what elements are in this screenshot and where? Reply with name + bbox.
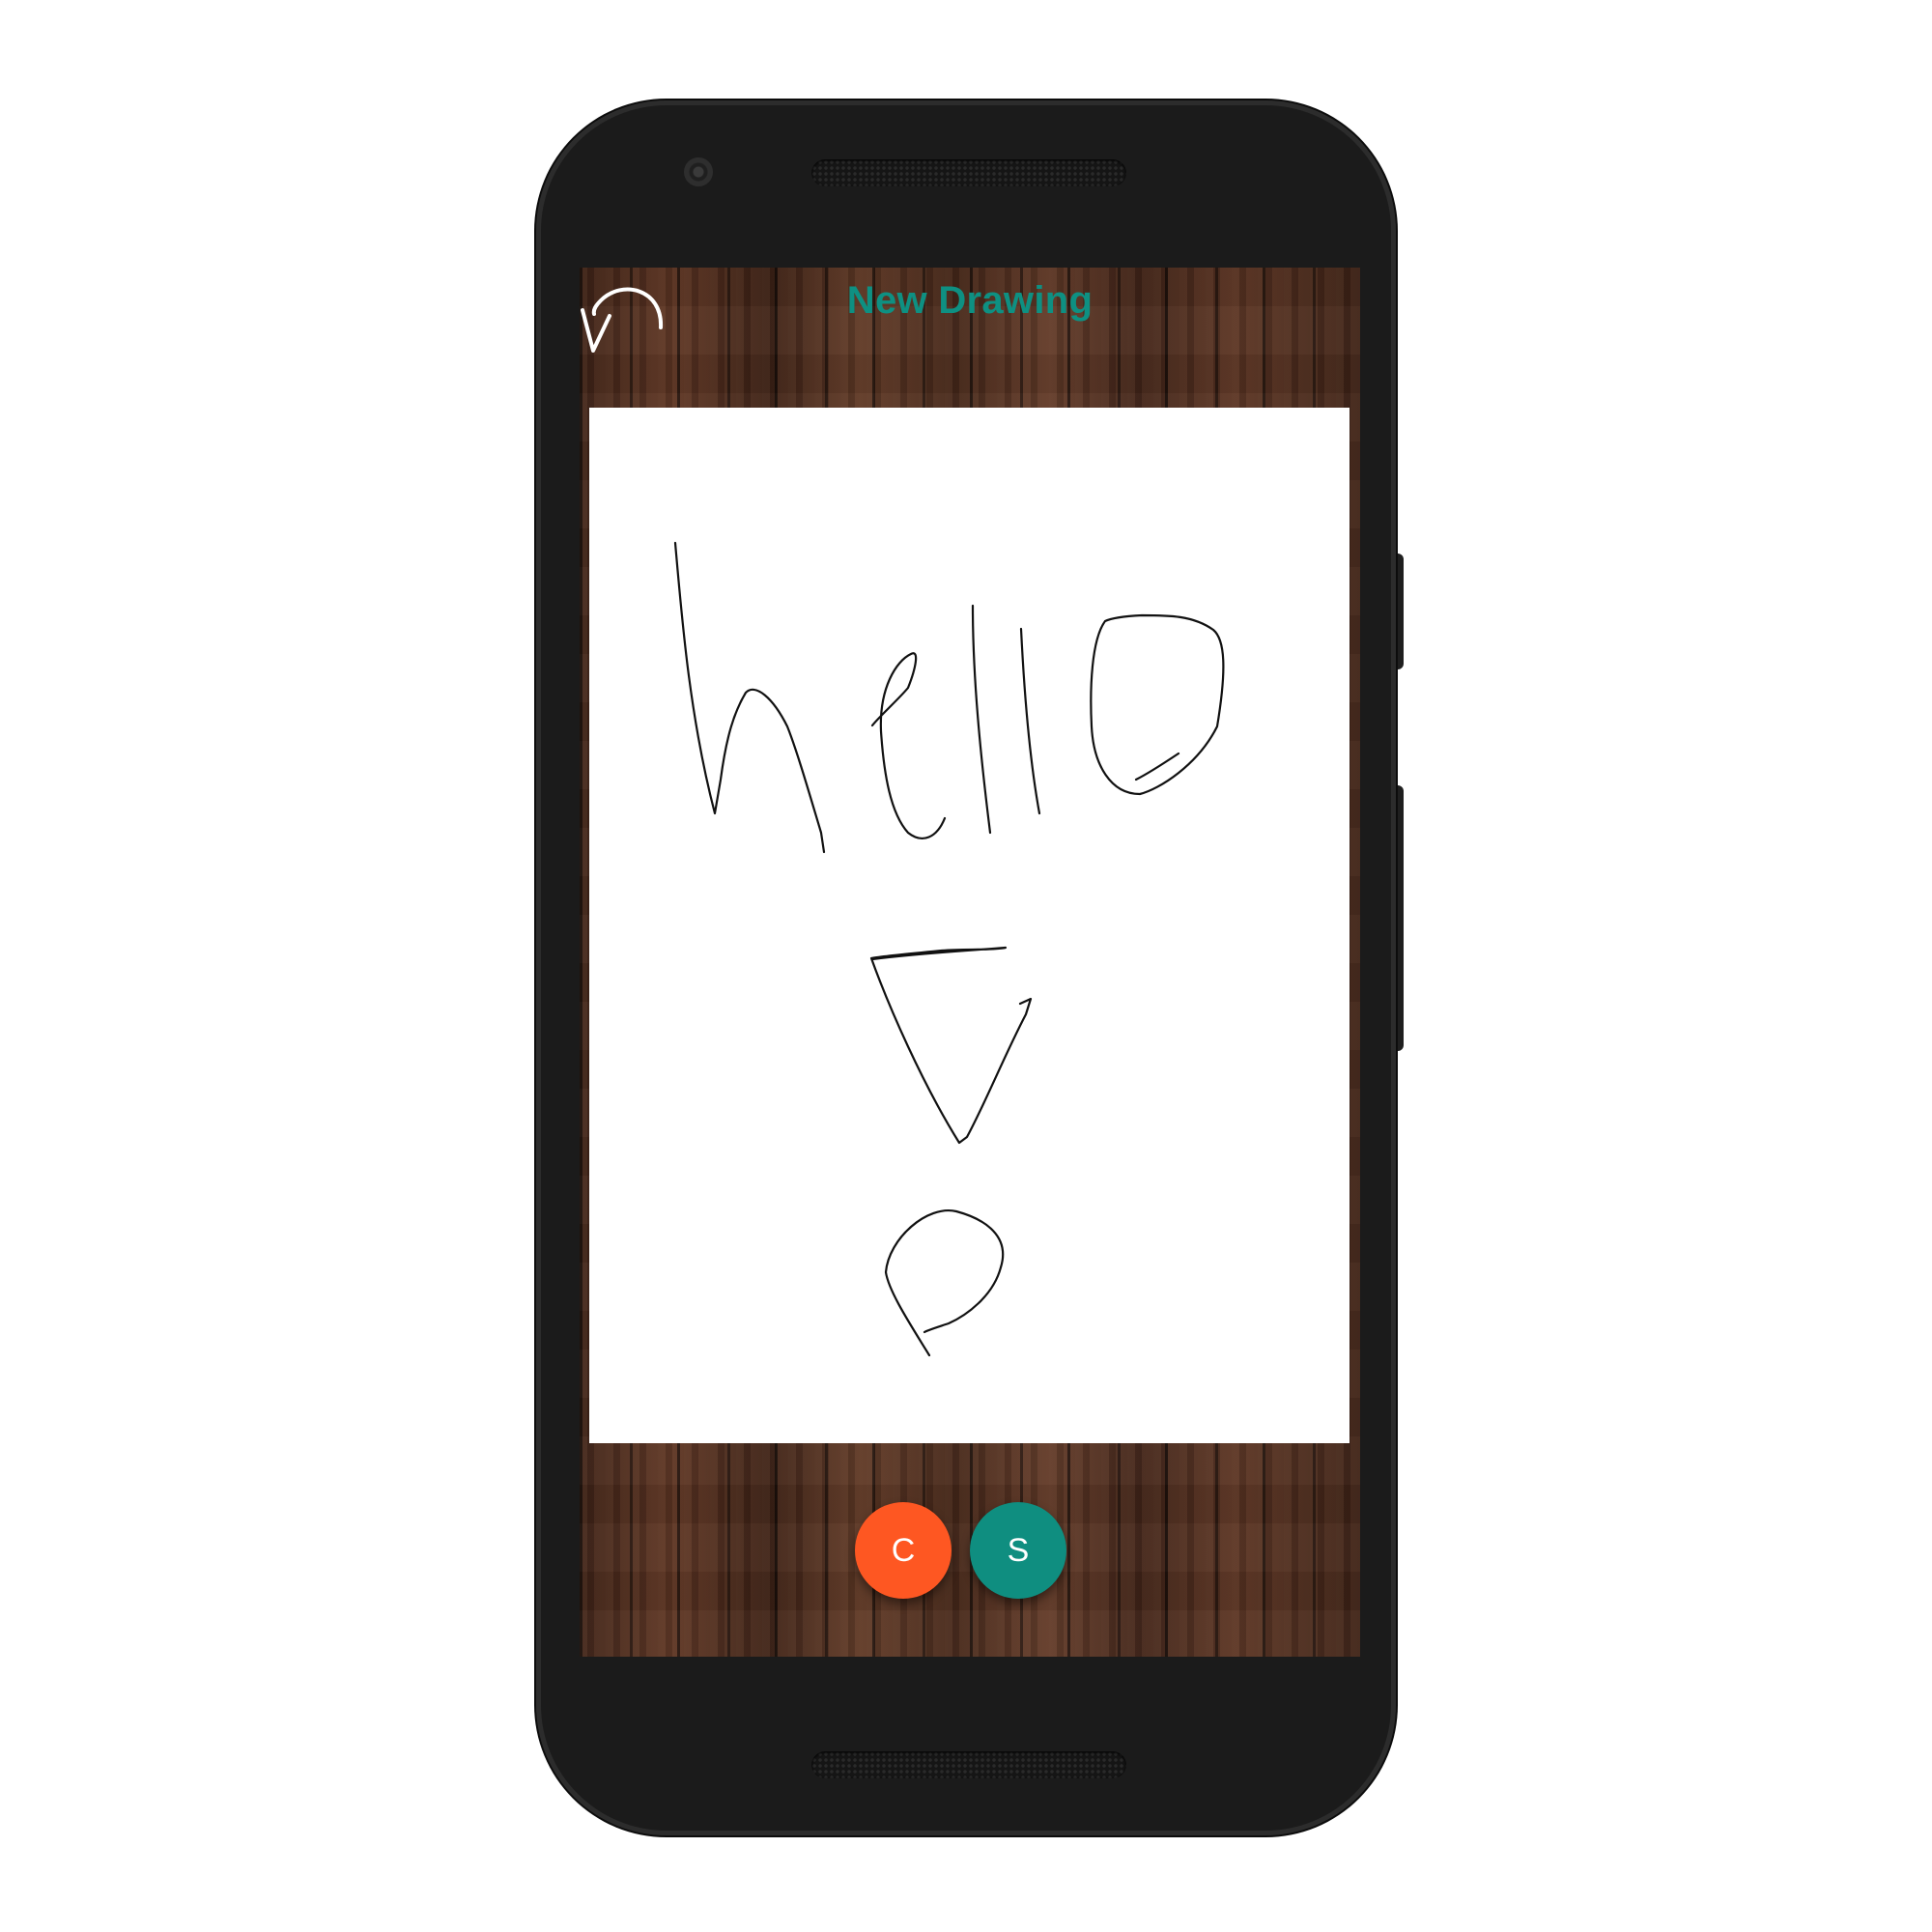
stroke-circle: [884, 1209, 1005, 1357]
stroke-h: [673, 541, 826, 854]
clear-label: C: [891, 1531, 916, 1569]
earpiece-speaker: [811, 159, 1126, 186]
page-title: New Drawing: [846, 279, 1094, 322]
drawing-canvas[interactable]: [589, 408, 1350, 1443]
save-button[interactable]: S: [970, 1502, 1066, 1599]
drawing-strokes: [673, 541, 1225, 1357]
stroke-e: [870, 652, 947, 839]
front-camera: [684, 157, 713, 186]
stroke-l2: [1019, 627, 1041, 815]
clear-button[interactable]: C: [855, 1502, 952, 1599]
stroke-l1: [971, 604, 992, 835]
app-screen: New Drawing C S: [580, 268, 1360, 1657]
stroke-o: [1090, 613, 1225, 796]
device-frame: New Drawing C S: [0, 0, 1932, 1932]
save-label: S: [1007, 1531, 1030, 1569]
bottom-speaker: [811, 1751, 1126, 1778]
stroke-triangle: [869, 946, 1033, 1145]
